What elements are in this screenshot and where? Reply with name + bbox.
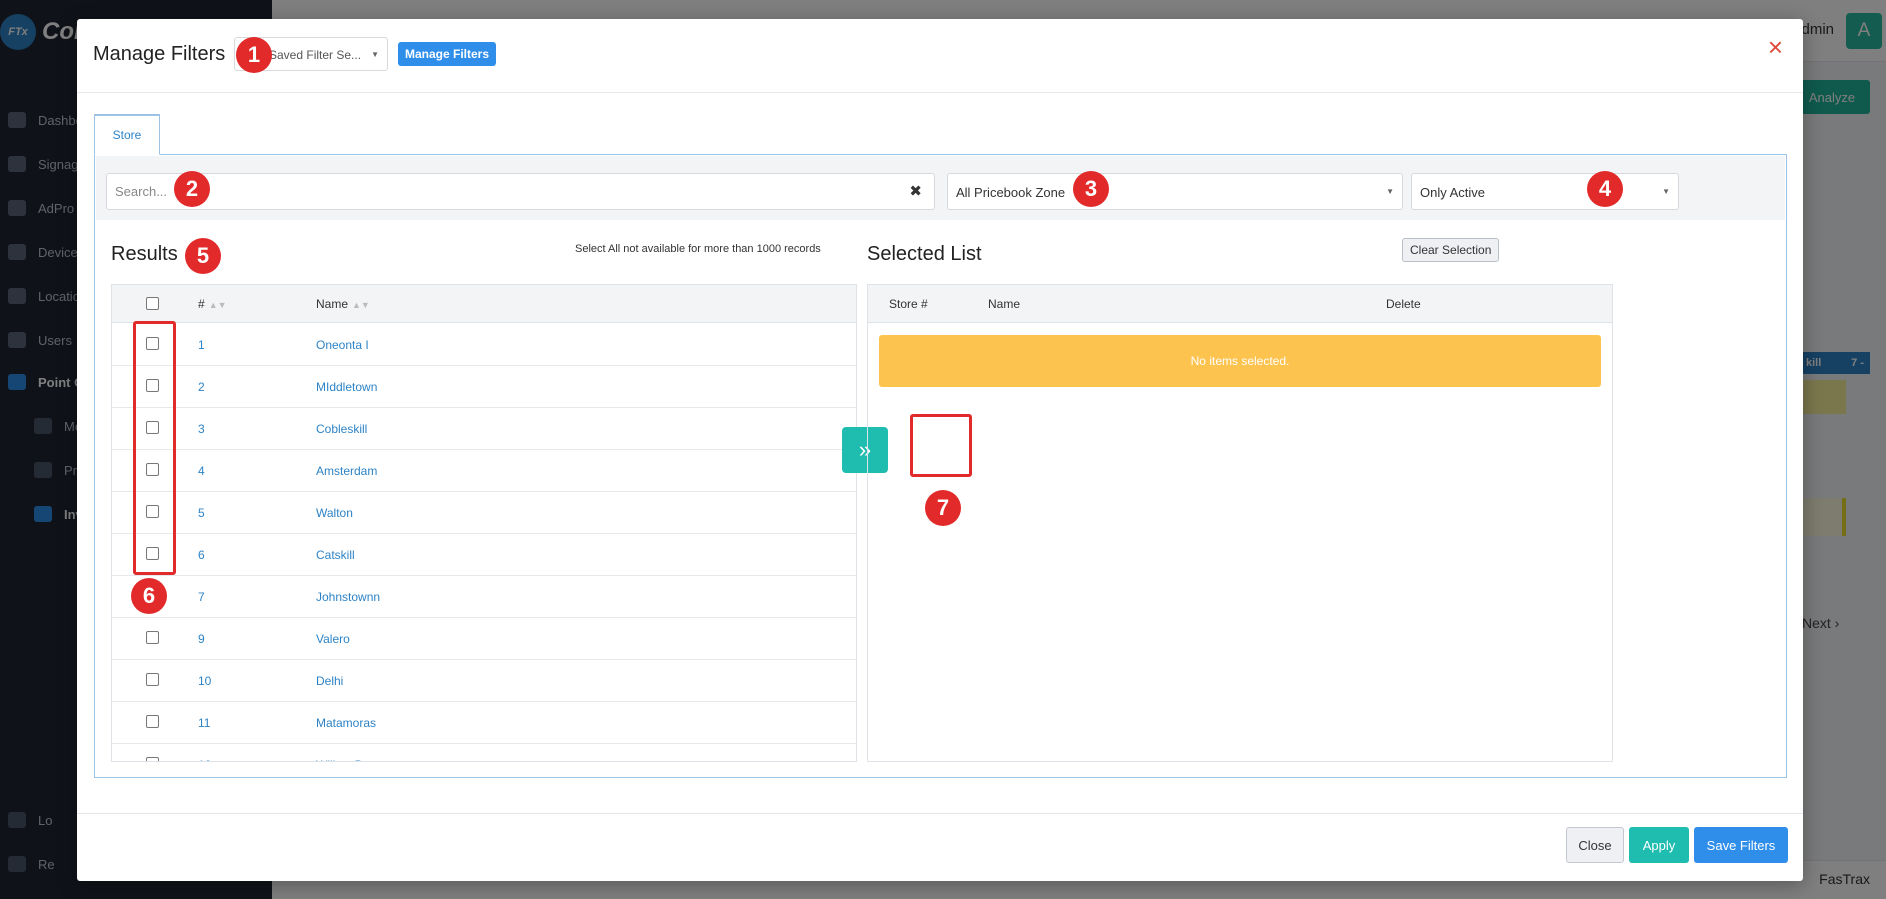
table-row: 1 Oneonta I: [112, 324, 856, 366]
results-table-header: # ▲▼ Name ▲▼: [112, 285, 856, 323]
column-name-label: Name: [316, 297, 349, 311]
caret-down-icon: ▼: [1386, 187, 1394, 196]
table-row: 5 Walton: [112, 492, 856, 534]
tab-store[interactable]: Store: [94, 114, 160, 155]
close-icon[interactable]: ×: [1768, 34, 1783, 60]
modal-header: Manage Filters Saved Filter Se... ▼ Mana…: [77, 19, 1803, 93]
store-name-link[interactable]: MIddletown: [316, 380, 377, 394]
table-row: 11 Matamoras: [112, 702, 856, 744]
transfer-highlight-box: [910, 414, 972, 477]
store-number-link[interactable]: 5: [198, 506, 205, 520]
select-all-note: Select All not available for more than 1…: [575, 243, 821, 255]
row-checkbox[interactable]: [146, 631, 159, 644]
store-name-link[interactable]: Walton: [316, 506, 353, 520]
select-all-checkbox[interactable]: [146, 297, 159, 310]
table-row: 3 Cobleskill: [112, 408, 856, 450]
annotation-marker-1: 1: [236, 37, 272, 73]
sort-icon: ▲▼: [352, 300, 370, 310]
selected-list-title: Selected List: [867, 243, 982, 265]
store-name-link[interactable]: Oneonta I: [316, 338, 369, 352]
table-row: 12 Wilkes Barre: [112, 744, 856, 761]
results-title: Results: [111, 243, 178, 265]
store-name-link[interactable]: Matamoras: [316, 716, 376, 730]
annotation-marker-7: 7: [925, 490, 961, 526]
caret-down-icon: ▼: [1662, 187, 1670, 196]
sort-icon: ▲▼: [208, 300, 227, 310]
store-number-link[interactable]: 10: [198, 674, 211, 688]
store-number-link[interactable]: 4: [198, 464, 205, 478]
pricebook-zone-select[interactable]: All Pricebook Zone ▼: [947, 173, 1403, 210]
annotation-marker-2: 2: [174, 171, 210, 207]
store-name-link[interactable]: Johnstownn: [316, 590, 380, 604]
close-button[interactable]: Close: [1566, 827, 1624, 863]
store-name-link[interactable]: Cobleskill: [316, 422, 367, 436]
checkbox-highlight-box: [133, 321, 176, 575]
filter-bar: Search... ✖ All Pricebook Zone ▼ Only Ac…: [96, 156, 1785, 220]
saved-filter-placeholder: Saved Filter Se...: [269, 48, 362, 62]
table-row: 4 Amsterdam: [112, 450, 856, 492]
search-input[interactable]: Search... ✖: [106, 173, 935, 210]
store-number-link[interactable]: 2: [198, 380, 205, 394]
store-name-link[interactable]: Catskill: [316, 548, 355, 562]
store-number-link[interactable]: 7: [198, 590, 205, 604]
status-select[interactable]: Only Active ▼: [1411, 173, 1679, 210]
store-number-link[interactable]: 12: [198, 758, 211, 761]
clear-search-icon[interactable]: ✖: [909, 182, 922, 200]
status-value: Only Active: [1420, 185, 1486, 200]
modal-title: Manage Filters: [93, 43, 226, 65]
store-name-link[interactable]: Wilkes Barre: [316, 758, 384, 761]
row-checkbox[interactable]: [146, 715, 159, 728]
annotation-marker-3: 3: [1073, 171, 1109, 207]
column-delete-header: Delete: [1386, 297, 1421, 311]
annotation-marker-6: 6: [131, 578, 167, 614]
column-store-header: Store #: [889, 297, 928, 311]
column-name-header[interactable]: Name ▲▼: [316, 297, 370, 311]
manage-filters-button[interactable]: Manage Filters: [398, 42, 497, 66]
search-placeholder: Search...: [115, 184, 168, 199]
results-table: # ▲▼ Name ▲▼ 1 Oneonta I 2 MIddletown 3 Coblesk…: [111, 284, 857, 762]
selected-table-header: Store # Name Delete: [868, 285, 1612, 323]
store-number-link[interactable]: 11: [198, 716, 210, 730]
store-number-link[interactable]: 3: [198, 422, 205, 436]
store-number-link[interactable]: 9: [198, 632, 205, 646]
pricebook-zone-value: All Pricebook Zone: [956, 185, 1066, 200]
annotation-marker-4: 4: [1587, 171, 1623, 207]
modal-footer: Close Apply Save Filters: [77, 813, 1803, 881]
row-checkbox[interactable]: [146, 673, 159, 686]
table-row: 10 Delhi: [112, 660, 856, 702]
selected-table: Store # Name Delete No items selected.: [867, 284, 1613, 762]
store-name-link[interactable]: Amsterdam: [316, 464, 377, 478]
column-number-header[interactable]: # ▲▼: [198, 297, 227, 311]
table-row: 6 Catskill: [112, 534, 856, 576]
apply-button[interactable]: Apply: [1629, 827, 1689, 863]
store-number-link[interactable]: 6: [198, 548, 205, 562]
column-number-label: #: [198, 297, 205, 311]
table-row: 9 Valero: [112, 618, 856, 660]
store-name-link[interactable]: Valero: [316, 632, 350, 646]
clear-selection-button[interactable]: Clear Selection: [1402, 238, 1500, 262]
table-row: 7 Johnstownn: [112, 576, 856, 618]
annotation-marker-5: 5: [185, 238, 221, 274]
row-checkbox[interactable]: [146, 757, 159, 761]
caret-down-icon: ▼: [371, 50, 379, 59]
column-name-header: Name: [988, 297, 1021, 311]
store-number-link[interactable]: 1: [198, 338, 205, 352]
store-name-link[interactable]: Delhi: [316, 674, 343, 688]
save-filters-button[interactable]: Save Filters: [1694, 827, 1788, 863]
no-items-alert: No items selected.: [879, 335, 1601, 387]
table-row: 2 MIddletown: [112, 366, 856, 408]
